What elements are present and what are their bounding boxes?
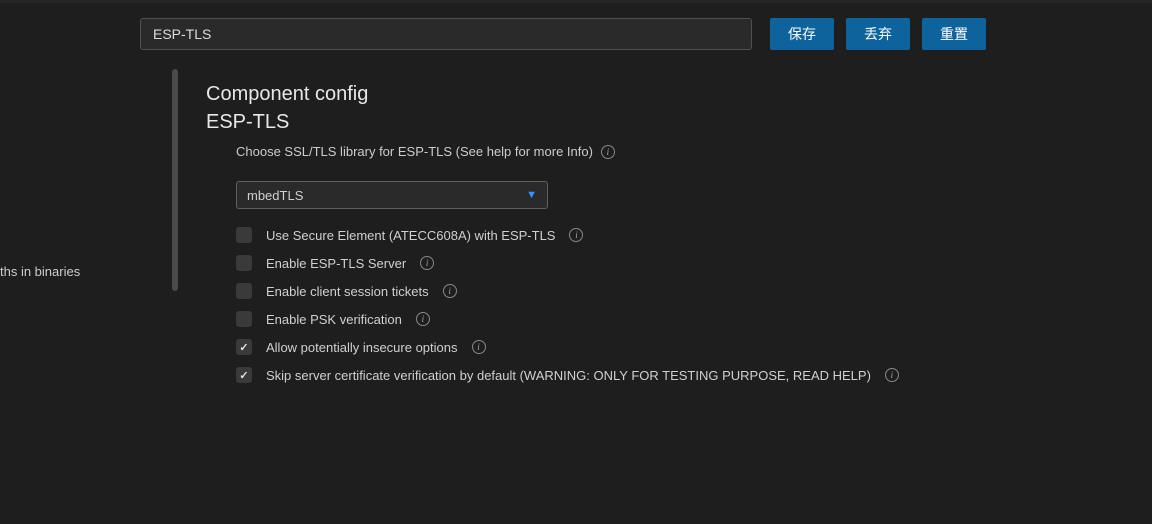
option-label: Use Secure Element (ATECC608A) with ESP-…: [266, 228, 555, 243]
option-label: Allow potentially insecure options: [266, 340, 458, 355]
save-button[interactable]: 保存: [770, 18, 834, 50]
search-input[interactable]: [140, 18, 752, 50]
info-icon[interactable]: i: [443, 284, 457, 298]
section-description: Choose SSL/TLS library for ESP-TLS (See …: [236, 144, 593, 159]
option-label: Skip server certificate verification by …: [266, 368, 871, 383]
option-checkbox[interactable]: [236, 283, 252, 299]
select-value: mbedTLS: [247, 188, 303, 203]
option-row: Enable ESP-TLS Server i: [236, 249, 899, 277]
section-title-2: ESP-TLS: [206, 108, 899, 136]
discard-button[interactable]: 丢弃: [846, 18, 910, 50]
reset-button[interactable]: 重置: [922, 18, 986, 50]
info-icon[interactable]: i: [885, 368, 899, 382]
section-title-1: Component config: [206, 80, 899, 108]
option-row: Allow potentially insecure options i: [236, 333, 899, 361]
option-row: Enable client session tickets i: [236, 277, 899, 305]
option-checkbox[interactable]: [236, 367, 252, 383]
chevron-down-icon: ▼: [526, 189, 537, 201]
option-label: Enable PSK verification: [266, 312, 402, 327]
sidebar-scrollbar[interactable]: [172, 64, 178, 389]
info-icon[interactable]: i: [420, 256, 434, 270]
option-checkbox[interactable]: [236, 311, 252, 327]
option-label: Enable ESP-TLS Server: [266, 256, 406, 271]
option-row: Enable PSK verification i: [236, 305, 899, 333]
sidebar: ths in binaries: [0, 64, 172, 389]
option-checkbox[interactable]: [236, 339, 252, 355]
option-row: Use Secure Element (ATECC608A) with ESP-…: [236, 221, 899, 249]
info-icon[interactable]: i: [472, 340, 486, 354]
options-list: Use Secure Element (ATECC608A) with ESP-…: [236, 221, 899, 389]
option-checkbox[interactable]: [236, 227, 252, 243]
tls-library-select[interactable]: mbedTLS ▼: [236, 181, 548, 209]
info-icon[interactable]: i: [601, 145, 615, 159]
sidebar-item[interactable]: ths in binaries: [0, 264, 172, 279]
option-checkbox[interactable]: [236, 255, 252, 271]
option-label: Enable client session tickets: [266, 284, 429, 299]
option-row: Skip server certificate verification by …: [236, 361, 899, 389]
info-icon[interactable]: i: [569, 228, 583, 242]
info-icon[interactable]: i: [416, 312, 430, 326]
toolbar: 保存 丢弃 重置: [0, 4, 1152, 64]
